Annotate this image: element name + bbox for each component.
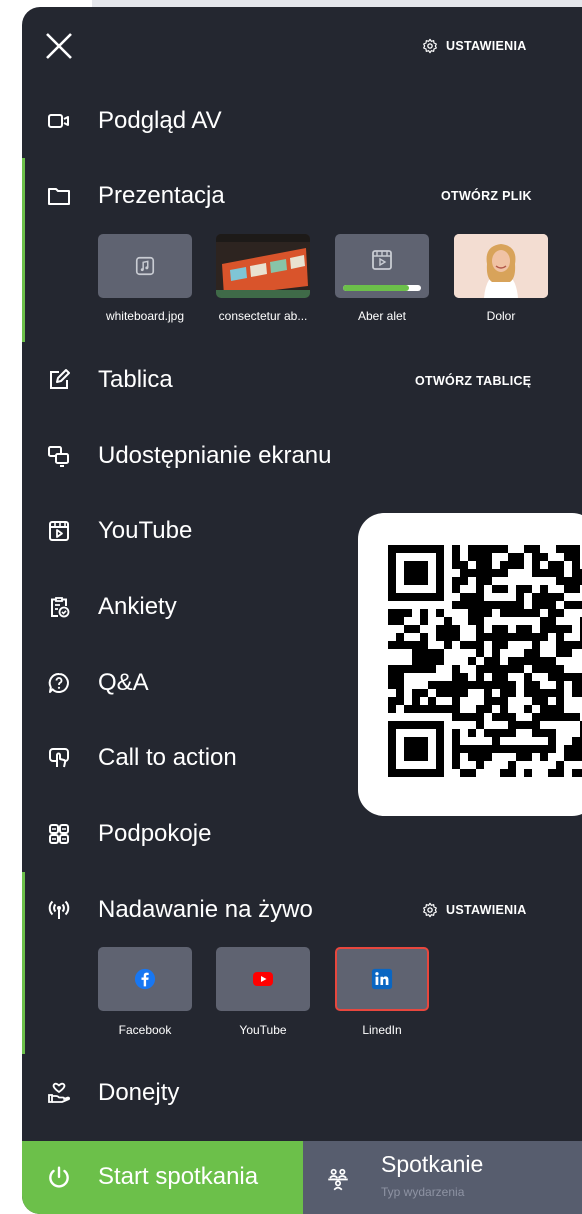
menu-label: Podgląd AV (98, 107, 222, 134)
menu-item-live-streaming[interactable]: Nadawanie na żywo (22, 888, 352, 932)
folder-icon (46, 183, 72, 209)
qr-code (388, 545, 582, 777)
file-caption: whiteboard.jpg (105, 309, 185, 323)
file-thumbnail[interactable] (454, 234, 548, 298)
grid-icon (46, 821, 72, 847)
poll-icon (46, 594, 72, 620)
video-file-icon (372, 250, 392, 270)
menu-item-polls[interactable]: Ankiety (22, 585, 352, 629)
edit-icon (46, 367, 72, 393)
power-icon (49, 1166, 69, 1188)
meeting-title: Spotkanie (381, 1151, 484, 1177)
menu-item-qa[interactable]: Q&A (22, 661, 352, 705)
settings-button[interactable]: USTAWIENIA (422, 38, 527, 54)
donation-icon (46, 1080, 72, 1106)
upload-progress-fill (343, 285, 410, 291)
video-player-icon (46, 518, 72, 544)
platform-facebook[interactable] (98, 947, 192, 1011)
slide-preview-image (216, 234, 310, 298)
screen-share-icon (46, 443, 72, 469)
menu-item-presentation[interactable]: Prezentacja (22, 174, 352, 218)
start-meeting-button[interactable]: Start spotkania (22, 1141, 303, 1214)
open-file-button[interactable]: OTWÓRZ PLIK (441, 189, 532, 203)
live-settings-label: USTAWIENIA (446, 903, 527, 917)
menu-label: Udostępnianie ekranu (98, 442, 332, 469)
facebook-icon (134, 968, 156, 990)
audio-file-icon (135, 256, 155, 276)
platform-linkedin[interactable] (335, 947, 429, 1011)
platform-caption: LinedIn (362, 1023, 402, 1037)
menu-label: Donejty (98, 1079, 180, 1106)
platform-caption: YouTube (239, 1023, 287, 1037)
file-thumbnail[interactable] (216, 234, 310, 298)
menu-item-whiteboard[interactable]: Tablica (22, 358, 352, 402)
settings-label: USTAWIENIA (446, 39, 527, 53)
platform-caption: Facebook (118, 1023, 172, 1037)
menu-item-av-preview[interactable]: Podgląd AV (22, 99, 352, 143)
file-caption: Dolor (486, 309, 516, 323)
menu-label: Q&A (98, 669, 149, 696)
platform-youtube[interactable] (216, 947, 310, 1011)
meeting-subtitle: Typ wydarzenia (381, 1185, 465, 1199)
live-settings-button[interactable]: USTAWIENIA (422, 902, 527, 918)
gear-icon (423, 38, 437, 54)
camera-icon (46, 108, 72, 134)
meeting-people-icon (328, 1168, 348, 1191)
menu-label: Nadawanie na żywo (98, 896, 313, 923)
close-button[interactable] (42, 29, 76, 63)
youtube-icon (253, 972, 273, 986)
broadcast-icon (46, 897, 72, 923)
open-whiteboard-label: OTWÓRZ TABLICĘ (415, 374, 532, 388)
menu-item-breakout-rooms[interactable]: Podpokoje (22, 812, 352, 856)
file-caption: consectetur ab... (218, 309, 308, 323)
menu-item-call-to-action[interactable]: Call to action (22, 736, 352, 780)
file-caption: Aber alet (357, 309, 407, 323)
menu-label: Prezentacja (98, 182, 225, 209)
menu-item-youtube[interactable]: YouTube (22, 509, 352, 553)
touch-hand-icon (46, 745, 72, 771)
close-icon (46, 33, 72, 59)
start-meeting-label: Start spotkania (98, 1163, 259, 1190)
menu-label: Tablica (98, 366, 173, 393)
menu-item-donations[interactable]: Donejty (22, 1071, 352, 1115)
menu-label: YouTube (98, 517, 193, 544)
open-whiteboard-button[interactable]: OTWÓRZ TABLICĘ (415, 374, 531, 388)
file-thumbnail[interactable] (335, 234, 429, 298)
menu-label: Call to action (98, 744, 237, 771)
person-photo (454, 234, 548, 298)
open-file-label: OTWÓRZ PLIK (441, 189, 532, 203)
question-bubble-icon (46, 670, 72, 696)
linkedin-icon (371, 968, 393, 990)
menu-label: Ankiety (98, 593, 177, 620)
qr-code-card (358, 513, 582, 816)
upload-progress-track (343, 285, 421, 291)
meeting-type-selector[interactable]: Spotkanie Typ wydarzenia (303, 1141, 582, 1214)
menu-item-screen-share[interactable]: Udostępnianie ekranu (22, 434, 352, 478)
menu-label: Podpokoje (98, 820, 212, 847)
gear-icon (423, 902, 437, 918)
file-thumbnail[interactable] (98, 234, 192, 298)
